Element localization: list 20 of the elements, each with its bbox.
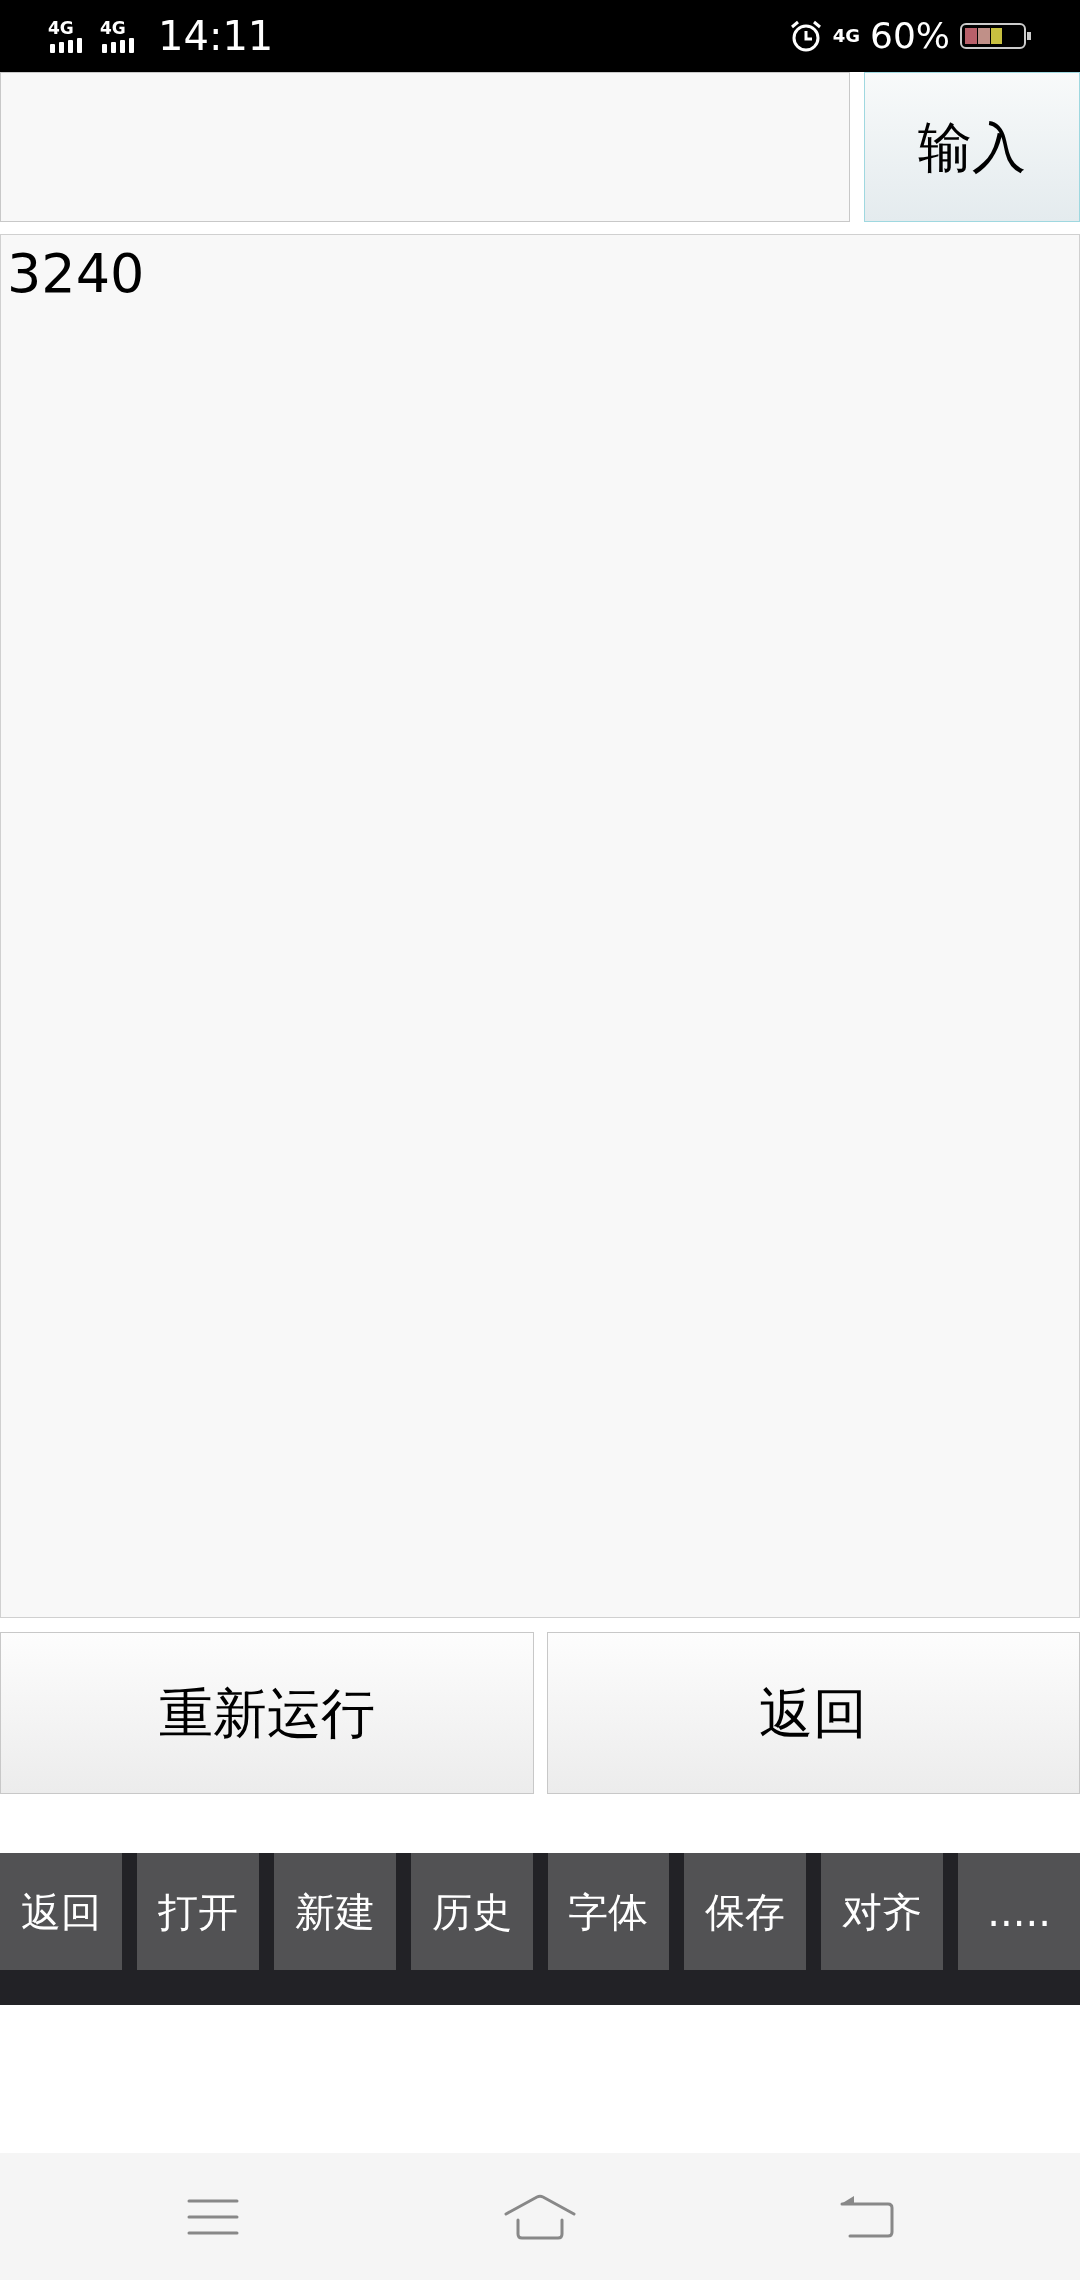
input-button[interactable]: 输入	[864, 72, 1080, 222]
input-field[interactable]	[0, 72, 850, 222]
toolbar-button[interactable]: 字体	[547, 1853, 670, 1970]
clock-time: 14:11	[158, 12, 274, 61]
toolbar-button[interactable]: 打开	[136, 1853, 259, 1970]
action-button[interactable]: 重新运行	[0, 1632, 534, 1794]
network-indicator: 4G	[832, 27, 860, 45]
toolbar-button[interactable]: 对齐	[821, 1853, 944, 1970]
battery-icon	[960, 22, 1032, 50]
action-button[interactable]: 返回	[546, 1632, 1080, 1794]
back-icon[interactable]	[839, 2193, 894, 2240]
toolbar-button[interactable]: 返回	[0, 1853, 122, 1970]
toolbar-button[interactable]: 保存	[684, 1853, 807, 1970]
battery-percent: 60%	[870, 14, 950, 58]
toolbar-button[interactable]: 新建	[273, 1853, 396, 1970]
output-area: 3240	[0, 234, 1080, 1618]
toolbar-button[interactable]: .....	[958, 1853, 1080, 1970]
home-icon[interactable]	[504, 2193, 576, 2240]
toolbar-button[interactable]: 历史	[410, 1853, 533, 1970]
alarm-icon	[788, 19, 823, 53]
